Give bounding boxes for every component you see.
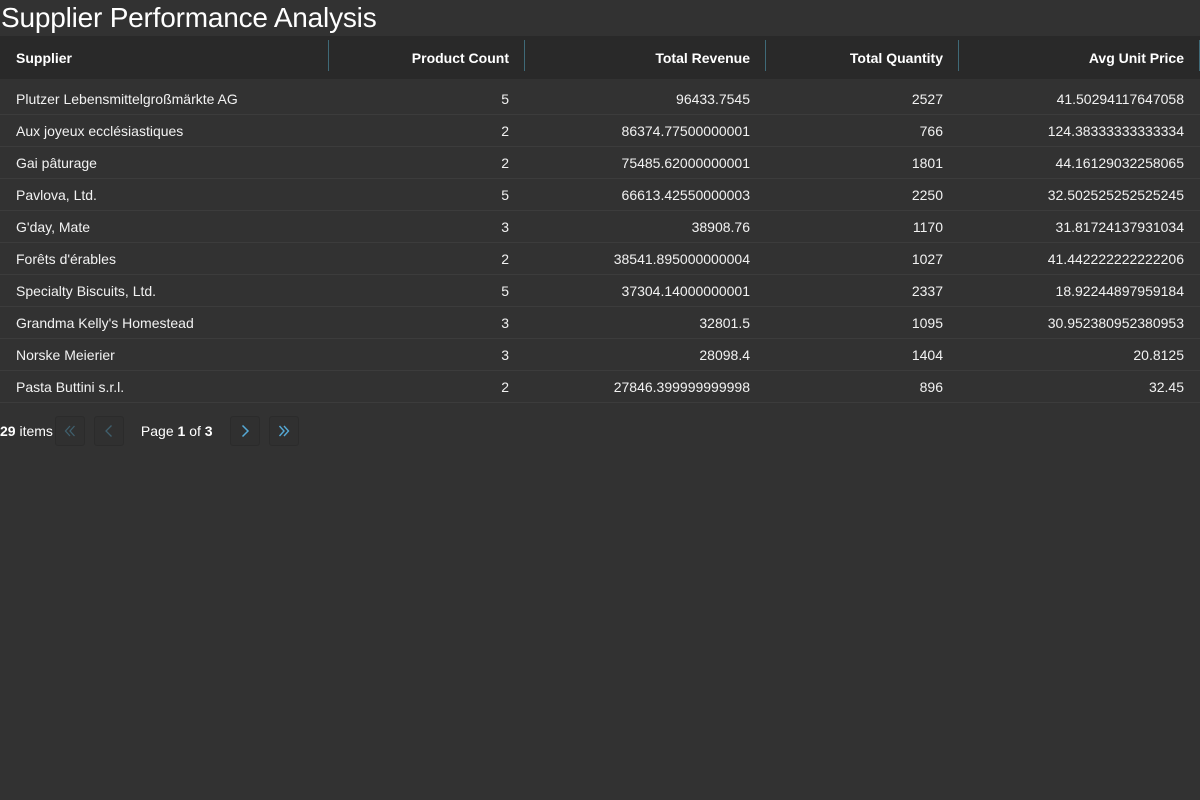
cell-supplier: G'day, Mate [0, 210, 329, 243]
table-row[interactable]: Forêts d'érables 2 38541.895000000004 1027 4… [0, 242, 1200, 275]
item-count-label: items [19, 423, 53, 439]
cell-avg-unit-price: 30.952380952380953 [959, 306, 1200, 339]
table-row[interactable]: Specialty Biscuits, Ltd. 5 37304.140000000… [0, 274, 1200, 307]
cell-supplier: Forêts d'érables [0, 242, 329, 275]
page-of-label: of [189, 423, 201, 439]
column-header-total-quantity[interactable]: Total Quantity [766, 36, 959, 79]
table-row[interactable]: Norske Meierier 3 28098.4 1404 20.8125 [0, 338, 1200, 371]
table-row[interactable]: Pasta Buttini s.r.l. 2 27846.399999999998 8… [0, 370, 1200, 403]
pager: 29 items Page 1 of 3 [0, 415, 1200, 447]
cell-total-quantity: 1801 [766, 146, 959, 179]
table-row[interactable]: Gai pâturage 2 75485.62000000001 1801 44.161… [0, 146, 1200, 179]
cell-total-revenue: 38541.895000000004 [525, 242, 766, 275]
cell-avg-unit-price: 32.502525252525245 [959, 178, 1200, 211]
page-info: Page 1 of 3 [141, 423, 213, 439]
cell-product-count: 2 [329, 370, 525, 403]
cell-product-count: 5 [329, 79, 525, 115]
cell-total-revenue: 37304.14000000001 [525, 274, 766, 307]
cell-supplier: Plutzer Lebensmittelgroßmärkte AG [0, 79, 329, 115]
cell-supplier: Aux joyeux ecclésiastiques [0, 114, 329, 147]
grid-body: Plutzer Lebensmittelgroßmärkte AG 5 96433.… [0, 79, 1200, 403]
current-page: 1 [177, 423, 186, 439]
cell-total-quantity: 2527 [766, 79, 959, 115]
cell-supplier: Grandma Kelly's Homestead [0, 306, 329, 339]
cell-supplier: Pavlova, Ltd. [0, 178, 329, 211]
cell-avg-unit-price: 32.45 [959, 370, 1200, 403]
cell-product-count: 5 [329, 178, 525, 211]
page-title: Supplier Performance Analysis [1, 2, 377, 33]
cell-product-count: 5 [329, 274, 525, 307]
cell-avg-unit-price: 44.16129032258065 [959, 146, 1200, 179]
item-count-number: 29 [0, 423, 16, 439]
cell-total-quantity: 766 [766, 114, 959, 147]
cell-total-quantity: 1170 [766, 210, 959, 243]
cell-product-count: 2 [329, 242, 525, 275]
cell-product-count: 3 [329, 338, 525, 371]
total-pages: 3 [204, 423, 213, 439]
cell-product-count: 2 [329, 146, 525, 179]
last-page-button[interactable] [268, 416, 299, 446]
cell-total-revenue: 38908.76 [525, 210, 766, 243]
double-chevron-right-icon [278, 425, 290, 437]
chevron-right-icon [241, 424, 249, 438]
cell-total-revenue: 66613.42550000003 [525, 178, 766, 211]
cell-avg-unit-price: 41.442222222222206 [959, 242, 1200, 275]
cell-supplier: Norske Meierier [0, 338, 329, 371]
cell-supplier: Specialty Biscuits, Ltd. [0, 274, 329, 307]
supplier-grid: Supplier Product Count Total Revenue Tot… [0, 36, 1200, 403]
cell-total-revenue: 32801.5 [525, 306, 766, 339]
item-count: 29 items [0, 423, 53, 439]
cell-avg-unit-price: 41.50294117647058 [959, 79, 1200, 115]
cell-avg-unit-price: 20.8125 [959, 338, 1200, 371]
table-row[interactable]: Plutzer Lebensmittelgroßmärkte AG 5 96433.… [0, 79, 1200, 115]
cell-total-revenue: 28098.4 [525, 338, 766, 371]
column-header-total-revenue[interactable]: Total Revenue [525, 36, 766, 79]
cell-total-quantity: 2250 [766, 178, 959, 211]
column-header-avg-unit-price[interactable]: Avg Unit Price [959, 36, 1200, 79]
first-page-button[interactable] [54, 416, 85, 446]
column-header-supplier[interactable]: Supplier [0, 36, 329, 79]
double-chevron-left-icon [64, 425, 75, 437]
cell-total-revenue: 96433.7545 [525, 79, 766, 115]
cell-product-count: 2 [329, 114, 525, 147]
cell-total-quantity: 1095 [766, 306, 959, 339]
chevron-left-icon [105, 425, 112, 437]
cell-supplier: Pasta Buttini s.r.l. [0, 370, 329, 403]
table-row[interactable]: Aux joyeux ecclésiastiques 2 86374.7750000… [0, 114, 1200, 147]
table-row[interactable]: G'day, Mate 3 38908.76 1170 31.8172413793103… [0, 210, 1200, 243]
cell-total-quantity: 1404 [766, 338, 959, 371]
previous-page-button[interactable] [93, 416, 124, 446]
column-header-product-count[interactable]: Product Count [329, 36, 525, 79]
cell-total-quantity: 1027 [766, 242, 959, 275]
cell-avg-unit-price: 31.81724137931034 [959, 210, 1200, 243]
cell-avg-unit-price: 124.38333333333334 [959, 114, 1200, 147]
page-prefix: Page [140, 423, 174, 439]
cell-total-quantity: 896 [766, 370, 959, 403]
table-row[interactable]: Grandma Kelly's Homestead 3 32801.5 1095 30.… [0, 306, 1200, 339]
cell-product-count: 3 [329, 306, 525, 339]
cell-total-revenue: 27846.399999999998 [525, 370, 766, 403]
next-page-button[interactable] [229, 416, 260, 446]
table-row[interactable]: Pavlova, Ltd. 5 66613.42550000003 2250 32.50… [0, 178, 1200, 211]
cell-product-count: 3 [329, 210, 525, 243]
cell-supplier: Gai pâturage [0, 146, 329, 179]
cell-total-revenue: 86374.77500000001 [525, 114, 766, 147]
cell-avg-unit-price: 18.92244897959184 [959, 274, 1200, 307]
cell-total-quantity: 2337 [766, 274, 959, 307]
cell-total-revenue: 75485.62000000001 [525, 146, 766, 179]
grid-header-row: Supplier Product Count Total Revenue Tot… [0, 36, 1200, 79]
